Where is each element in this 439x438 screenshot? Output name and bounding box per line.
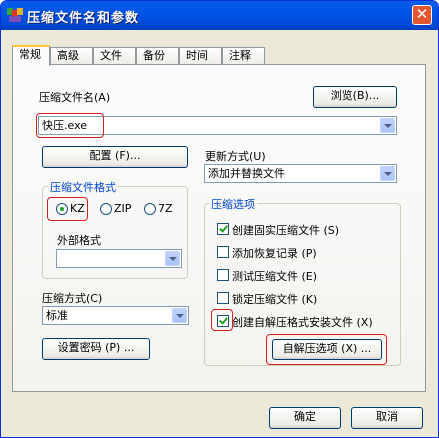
highlight-kz	[47, 197, 88, 221]
dialog-window: 压缩文件名和参数 ✕ 常规 高级 文件 备份 时间 注释 压缩文件名(A) 浏览…	[0, 0, 439, 438]
options-group-title: 压缩选项	[209, 196, 257, 212]
option-recovery-label[interactable]: 添加恢复记录 (P)	[232, 245, 317, 261]
option-solid-label[interactable]: 创建固实压缩文件 (S)	[232, 222, 339, 238]
app-icon	[7, 8, 23, 23]
format-group-title: 压缩文件格式	[48, 179, 118, 195]
radio-zip[interactable]	[100, 203, 112, 215]
highlight-archive-name	[36, 113, 104, 138]
tab-comment[interactable]: 注释	[222, 47, 265, 65]
ok-button[interactable]: 确定	[269, 407, 341, 429]
set-password-button[interactable]: 设置密码 (P) ...	[42, 338, 150, 360]
tab-time[interactable]: 时间	[179, 47, 222, 65]
cancel-button[interactable]: 取消	[351, 407, 423, 429]
browse-button[interactable]: 浏览(B)...	[313, 86, 397, 108]
update-mode-label: 更新方式(U)	[205, 150, 266, 163]
method-value: 标准	[46, 309, 68, 322]
update-mode-select[interactable]: 添加并替换文件	[204, 164, 397, 183]
radio-7z-label[interactable]: 7Z	[158, 202, 173, 215]
external-format-label: 外部格式	[57, 234, 101, 247]
close-icon[interactable]: ✕	[412, 5, 432, 25]
title-bar[interactable]: 压缩文件名和参数 ✕	[1, 1, 438, 30]
option-solid-checkbox[interactable]	[217, 223, 229, 235]
window-title: 压缩文件名和参数	[27, 11, 140, 26]
tab-files[interactable]: 文件	[93, 47, 136, 65]
option-recovery-checkbox[interactable]	[217, 246, 229, 258]
option-test-label[interactable]: 测试压缩文件 (E)	[232, 268, 317, 284]
config-button[interactable]: 配置 (F)...	[42, 146, 188, 168]
archive-name-label: 压缩文件名(A)	[39, 91, 111, 104]
highlight-sfx-checkbox	[211, 309, 233, 331]
highlight-sfx-button	[266, 334, 387, 365]
chevron-down-icon[interactable]	[380, 118, 395, 133]
option-lock-checkbox[interactable]	[217, 292, 229, 304]
option-test-checkbox[interactable]	[217, 269, 229, 281]
method-label: 压缩方式(C)	[42, 292, 103, 305]
option-lock-label[interactable]: 锁定压缩文件 (K)	[232, 291, 317, 307]
option-sfx-label[interactable]: 创建自解压格式安装文件 (X)	[232, 314, 373, 330]
method-select[interactable]: 标准	[42, 306, 189, 325]
external-format-select[interactable]	[56, 249, 182, 268]
radio-7z[interactable]	[144, 203, 156, 215]
tab-general[interactable]: 常规	[12, 45, 50, 66]
chevron-down-icon[interactable]	[380, 166, 395, 181]
radio-zip-label[interactable]: ZIP	[114, 202, 131, 215]
update-mode-value: 添加并替换文件	[208, 167, 285, 180]
chevron-down-icon[interactable]	[172, 308, 187, 323]
tab-backup[interactable]: 备份	[136, 47, 179, 65]
chevron-down-icon[interactable]	[165, 251, 180, 266]
tab-advanced[interactable]: 高级	[50, 47, 93, 65]
